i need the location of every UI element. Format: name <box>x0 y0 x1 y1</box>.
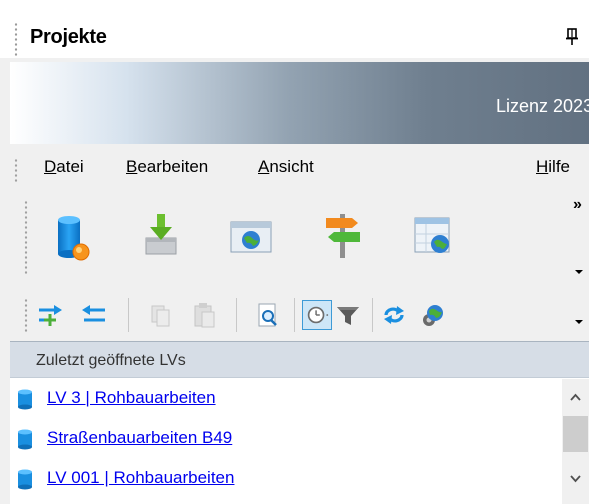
menu-bearbeiten-mnemonic: B <box>126 157 138 176</box>
paste-disabled-icon[interactable] <box>190 300 218 330</box>
scroll-down-button[interactable] <box>562 466 589 492</box>
indent-right-icon[interactable] <box>36 300 64 330</box>
scroll-up-button[interactable] <box>562 384 589 410</box>
list-item[interactable]: Straßenbauarbeiten B49 <box>16 424 556 454</box>
indent-left-icon[interactable] <box>80 300 108 330</box>
toolbar-overflow-button[interactable]: » <box>573 196 582 214</box>
refresh-icon[interactable] <box>380 300 408 330</box>
menu-ansicht[interactable]: Ansicht <box>258 157 314 177</box>
scroll-thumb[interactable] <box>563 416 588 452</box>
toolbar-grip[interactable] <box>24 200 28 274</box>
pin-icon[interactable] <box>566 27 578 47</box>
database-icon <box>18 469 32 490</box>
recent-lv-link[interactable]: Straßenbauarbeiten B49 <box>47 428 232 448</box>
preview-magnifier-icon[interactable] <box>254 300 282 330</box>
menu-bearbeiten-label: earbeiten <box>137 157 209 176</box>
recent-lv-link[interactable]: LV 001 | Rohbauarbeiten <box>47 468 234 488</box>
import-download-icon[interactable] <box>138 210 184 262</box>
menu-datei-mnemonic: D <box>44 157 57 176</box>
menu-ansicht-mnemonic: A <box>258 157 270 176</box>
database-icon <box>18 389 32 410</box>
menu-ansicht-label: nsicht <box>269 157 314 176</box>
license-text: Lizenz 2023 <box>496 96 589 116</box>
signpost-icon[interactable] <box>320 210 366 262</box>
menu-bearbeiten[interactable]: Bearbeiten <box>126 157 208 177</box>
chevron-down-icon <box>570 475 581 483</box>
chevron-up-icon <box>570 393 581 401</box>
clock-history-icon[interactable] <box>302 300 332 330</box>
small-toolbar-dropdown-arrow[interactable] <box>575 320 583 324</box>
filter-icon[interactable] <box>334 300 362 330</box>
menu-datei-label: atei <box>56 157 84 176</box>
recent-lv-header-text: Zuletzt geöffnete LVs <box>36 352 186 369</box>
menu-hilfe[interactable]: Hilfe <box>536 157 570 177</box>
projects-panel: Projekte Lizenz 2023 Datei Bearbeiten An… <box>0 0 589 504</box>
menu-hilfe-label: ilfe <box>548 157 571 176</box>
toolbar-separator <box>294 298 295 332</box>
copy-disabled-icon[interactable] <box>146 300 174 330</box>
recent-lv-link[interactable]: LV 3 | Rohbauarbeiten <box>47 388 216 408</box>
web-window-icon[interactable] <box>228 210 274 262</box>
panel-grip[interactable] <box>14 22 18 56</box>
list-item[interactable]: LV 001 | Rohbauarbeiten <box>16 464 556 494</box>
small-toolbar-grip[interactable] <box>24 298 28 332</box>
globe-gear-icon[interactable] <box>418 300 446 330</box>
new-database-icon[interactable] <box>52 210 98 262</box>
menu-datei[interactable]: Datei <box>44 157 84 177</box>
toolbar-dropdown-arrow[interactable] <box>575 270 583 274</box>
list-item[interactable]: LV 3 | Rohbauarbeiten <box>16 384 556 414</box>
toolbar-separator <box>372 298 373 332</box>
toolbar-separator <box>128 298 129 332</box>
menu-grip[interactable] <box>14 158 18 184</box>
toolbar-separator <box>236 298 237 332</box>
license-banner: Lizenz 2023 <box>10 62 589 144</box>
database-icon <box>18 429 32 450</box>
panel-title: Projekte <box>30 26 107 48</box>
menu-hilfe-mnemonic: H <box>536 157 549 176</box>
table-globe-icon[interactable] <box>410 210 456 262</box>
